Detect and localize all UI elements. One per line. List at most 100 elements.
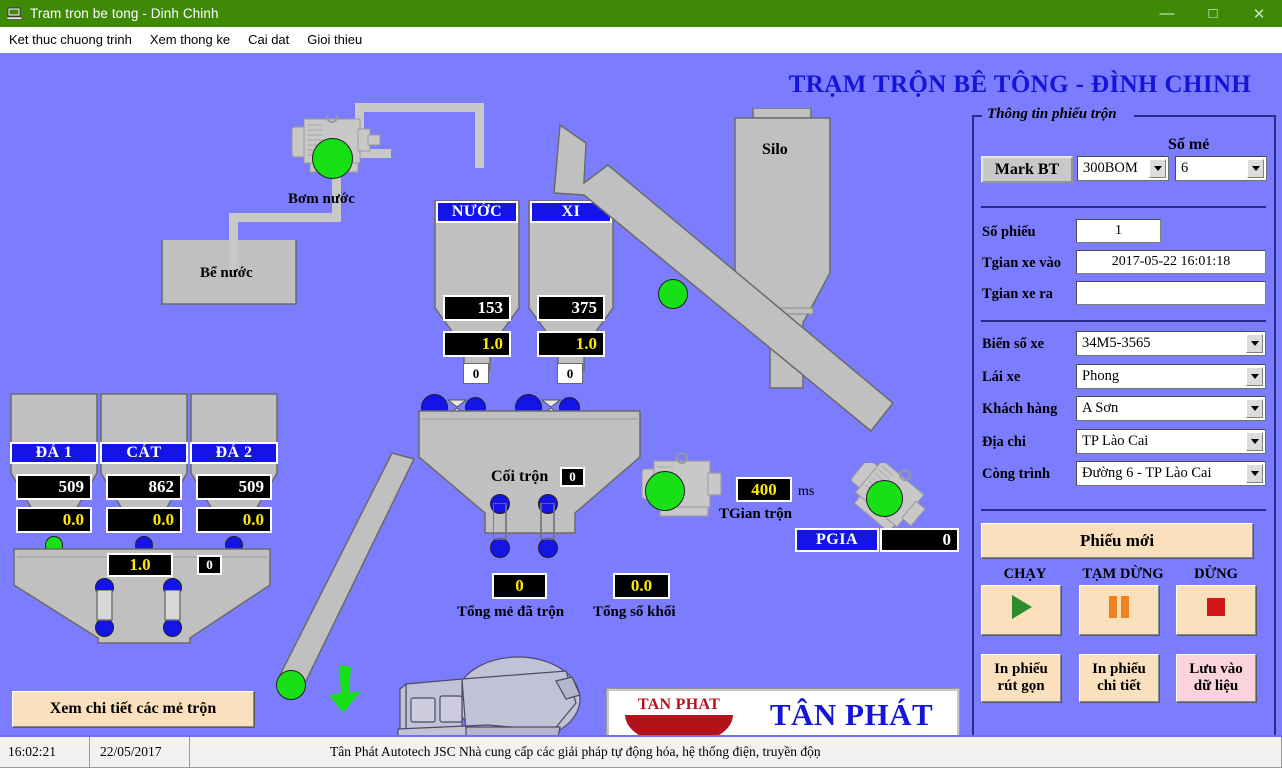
status-time: 16:02:21 — [0, 737, 90, 768]
print-short-line-1: In phiếu — [994, 660, 1048, 677]
menu-item-xem-thong-ke[interactable]: Xem thong ke — [141, 30, 239, 49]
stop-icon — [1203, 594, 1229, 625]
time-in-input[interactable]: 2017-05-22 16:01:18 — [1076, 250, 1266, 274]
chevron-down-icon[interactable] — [1247, 159, 1264, 178]
page-title: TRẠM TRỘN BÊ TÔNG - ĐÌNH CHINH — [788, 71, 1252, 98]
hopper-setpoint-da2: 509 — [196, 474, 272, 500]
flow-direction-arrow-icon — [329, 665, 361, 713]
logo-mark-text: TAN PHAT — [637, 696, 721, 713]
groupbox-title: Thông tin phiếu trộn — [987, 106, 1117, 122]
pause-button[interactable] — [1079, 585, 1159, 635]
computer-icon — [6, 6, 23, 22]
stop-label: DỪNG — [1194, 566, 1238, 582]
close-button[interactable]: ✕ — [1236, 0, 1282, 27]
chevron-down-icon[interactable] — [1246, 367, 1263, 386]
batches-value-text: 6 — [1181, 160, 1189, 176]
print-detail-line-1: In phiếu — [1092, 660, 1146, 677]
save-to-database-button[interactable]: Lưu vào dữ liệu — [1176, 654, 1256, 702]
divider-2 — [981, 320, 1266, 322]
save-line-2: dữ liệu — [1193, 678, 1239, 694]
water-pump-status-led — [312, 138, 353, 179]
minimize-button[interactable]: — — [1144, 0, 1190, 27]
chevron-down-icon[interactable] — [1246, 399, 1263, 418]
hopper-setpoint-da1: 509 — [16, 474, 92, 500]
mark-value-combobox[interactable]: 300BOM — [1077, 156, 1169, 181]
title-bar: Tram tron be tong - Dinh Chinh — □ ✕ — [0, 0, 1282, 27]
field-combobox-lai-xe[interactable]: Phong — [1076, 364, 1266, 389]
aggregate-weigh-counter: 0 — [197, 555, 222, 575]
window-controls: — □ ✕ — [1144, 0, 1282, 27]
pause-icon — [1105, 593, 1133, 626]
mixer-label: Cối trộn — [491, 468, 549, 485]
maximize-button[interactable]: □ — [1190, 0, 1236, 27]
field-combobox-dia-chi[interactable]: TP Lào Cai — [1076, 429, 1266, 454]
stop-button[interactable] — [1176, 585, 1256, 635]
play-icon — [1006, 592, 1036, 627]
status-bar: 16:02:21 22/05/2017 Tân Phát Autotech JS… — [0, 735, 1282, 768]
chevron-down-icon[interactable] — [1246, 464, 1263, 483]
groupbox-border — [972, 115, 1276, 735]
pgia-value: 0 — [880, 528, 959, 552]
mark-value-text: 300BOM — [1083, 160, 1138, 176]
field-value-dia-chi: TP Lào Cai — [1082, 433, 1149, 449]
menu-item-cai-dat[interactable]: Cai dat — [239, 30, 298, 49]
company-logo: TAN PHAT ISO 9001:2008 TÂN PHÁT HOTLINE:… — [607, 689, 959, 735]
belt-conveyor-graphic — [277, 452, 416, 684]
chevron-down-icon[interactable] — [1246, 432, 1263, 451]
time-out-label: Tgian xe ra — [982, 286, 1053, 302]
plant-mimic-canvas: TRẠM TRỘN BÊ TÔNG - ĐÌNH CHINH Bể nước B… — [0, 53, 1282, 735]
total-batches-label: Tổng mẻ đã trộn — [457, 604, 565, 620]
time-in-label: Tgian xe vào — [982, 255, 1061, 271]
mixer-truck-graphic — [397, 656, 581, 735]
total-volume-value: 0.0 — [613, 573, 670, 599]
new-ticket-button[interactable]: Phiếu mới — [981, 523, 1253, 558]
chevron-down-icon[interactable] — [1149, 159, 1166, 178]
ticket-no-input[interactable]: 1 — [1076, 219, 1161, 243]
water-pump-label: Bơm nước — [288, 191, 355, 207]
pipe-top-horizontal — [355, 103, 484, 112]
print-detail-ticket-button[interactable]: In phiếu chi tiết — [1079, 654, 1159, 702]
water-tank-label: Bể nước — [200, 265, 253, 281]
field-label-lai-xe: Lái xe — [982, 369, 1021, 385]
field-value-lai-xe: Phong — [1082, 368, 1120, 384]
mixer-counter: 0 — [560, 467, 585, 487]
print-short-line-2: rút gọn — [997, 678, 1045, 694]
hopper-header-da1: ĐÁ 1 — [10, 442, 98, 464]
pause-label: TẠM DỪNG — [1082, 566, 1164, 582]
mark-bt-button[interactable]: Mark BT — [981, 156, 1073, 183]
menu-item-ket-thuc-chuong-trinh[interactable]: Ket thuc chuong trinh — [0, 30, 141, 49]
view-batch-details-button[interactable]: Xem chi tiết các mẻ trộn — [12, 691, 254, 727]
pgia-label: PGIA — [795, 528, 879, 552]
hopper-header-nuoc: NƯỚC — [436, 201, 518, 223]
hopper-setpoint-cat: 862 — [106, 474, 182, 500]
window-title: Tram tron be tong - Dinh Chinh — [30, 6, 219, 21]
hopper-actual-nuoc: 1.0 — [443, 331, 511, 357]
batches-combobox[interactable]: 6 — [1175, 156, 1267, 181]
run-label: CHẠY — [1003, 566, 1047, 582]
run-button[interactable] — [981, 585, 1061, 635]
field-combobox-bien-so-xe[interactable]: 34M5-3565 — [1076, 331, 1266, 356]
field-combobox-cong-trinh[interactable]: Đường 6 - TP Lào Cai — [1076, 461, 1266, 486]
field-value-bien-so-xe: 34M5-3565 — [1082, 335, 1151, 351]
logo-swoosh-icon — [625, 715, 733, 735]
mixer-gate-actuators — [493, 503, 555, 540]
mix-time-label: TGian trộn — [719, 506, 792, 522]
logo-company-name: TÂN PHÁT — [769, 697, 934, 732]
hopper-header-cat: CÁT — [100, 442, 188, 464]
skip-conveyor-led — [658, 279, 688, 309]
time-out-input[interactable] — [1076, 281, 1266, 305]
field-label-cong-trinh: Còng trình — [982, 466, 1051, 482]
status-date: 22/05/2017 — [90, 737, 190, 768]
pipe-horizontal-lower — [229, 213, 341, 222]
hopper-actual-da2: 0.0 — [196, 507, 272, 533]
chevron-down-icon[interactable] — [1246, 334, 1263, 353]
pipe-down-to-water-hopper — [475, 103, 484, 168]
menu-item-gioi-thieu[interactable]: Gioi thieu — [298, 30, 371, 49]
belt-conveyor-led — [276, 670, 306, 700]
total-volume-label: Tổng số khối — [593, 604, 676, 620]
field-combobox-khach-hang[interactable]: A Sơn — [1076, 396, 1266, 421]
aggregate-weigh-value: 1.0 — [107, 553, 173, 577]
field-value-khach-hang: A Sơn — [1082, 400, 1119, 416]
mixer-motor-led — [645, 471, 685, 511]
print-short-ticket-button[interactable]: In phiếu rút gọn — [981, 654, 1061, 702]
